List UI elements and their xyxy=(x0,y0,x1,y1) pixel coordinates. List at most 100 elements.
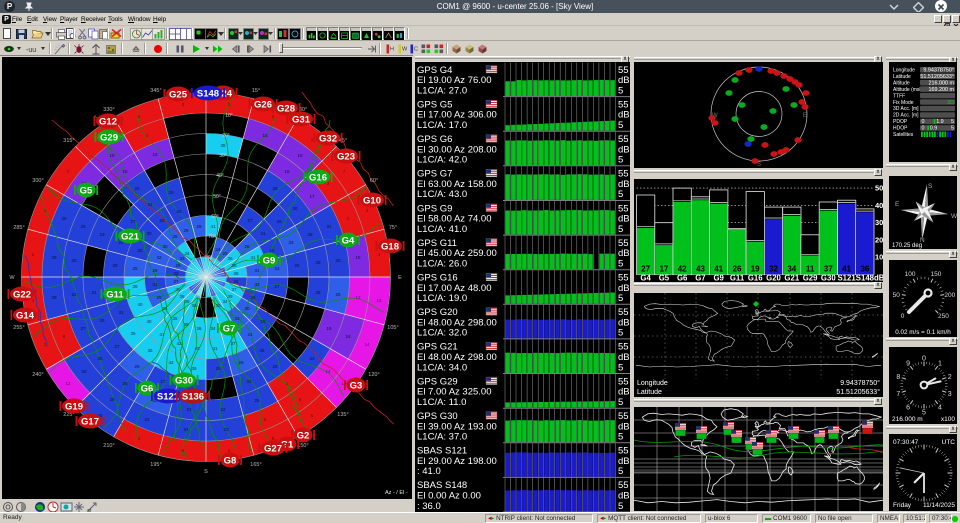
svg-text:34: 34 xyxy=(162,306,168,311)
svg-text:5: 5 xyxy=(618,432,623,443)
svg-text:23: 23 xyxy=(223,427,229,432)
svg-text:25: 25 xyxy=(269,248,275,253)
svg-text:50: 50 xyxy=(893,292,901,299)
svg-text:Altitude (msl): Altitude (msl) xyxy=(893,87,923,93)
svg-text:35: 35 xyxy=(220,143,226,148)
svg-text:S: S xyxy=(204,469,208,475)
svg-text:26: 26 xyxy=(99,318,105,323)
svg-text:24: 24 xyxy=(274,266,280,271)
svg-text:G11: G11 xyxy=(106,290,124,301)
svg-text:G14: G14 xyxy=(16,311,35,322)
svg-text:S148: S148 xyxy=(197,89,219,100)
svg-text:TTFF: TTFF xyxy=(893,93,905,99)
svg-text:70°: 70° xyxy=(208,234,216,240)
svg-text:345°: 345° xyxy=(150,88,161,94)
svg-text:28: 28 xyxy=(159,218,165,223)
svg-text:36: 36 xyxy=(227,256,233,261)
svg-text:2: 2 xyxy=(948,374,952,381)
svg-text:36: 36 xyxy=(191,303,197,308)
svg-text:24: 24 xyxy=(144,417,150,422)
svg-text:37: 37 xyxy=(231,287,237,292)
svg-text:28: 28 xyxy=(112,263,118,268)
svg-text:1.9: 1.9 xyxy=(936,119,944,125)
svg-text:315°: 315° xyxy=(63,138,74,144)
svg-text:G19: G19 xyxy=(65,402,83,413)
svg-text:Longitude: Longitude xyxy=(637,380,668,387)
svg-text:UTC: UTC xyxy=(942,439,956,446)
svg-text:10°: 10° xyxy=(225,113,233,119)
svg-text:216.000 m: 216.000 m xyxy=(929,80,955,86)
svg-text:12: 12 xyxy=(355,295,361,300)
svg-text:G7: G7 xyxy=(695,274,705,283)
svg-text:L1C/A: 11.0: L1C/A: 11.0 xyxy=(417,397,466,408)
svg-text:G6: G6 xyxy=(677,274,688,283)
svg-text:26: 26 xyxy=(152,268,158,273)
svg-text:28: 28 xyxy=(276,219,282,224)
svg-text:G21: G21 xyxy=(121,232,140,243)
svg-text:G23: G23 xyxy=(337,152,355,163)
svg-text:Friday: Friday xyxy=(893,502,912,509)
svg-text:: 41.0: : 41.0 xyxy=(417,466,441,477)
svg-text:135°: 135° xyxy=(337,412,348,418)
svg-text:29: 29 xyxy=(134,186,140,191)
svg-text:11/14/2025: 11/14/2025 xyxy=(923,502,955,509)
svg-text:18: 18 xyxy=(297,153,303,158)
svg-text:39: 39 xyxy=(132,284,138,289)
svg-text:26: 26 xyxy=(233,279,239,284)
svg-text:60°: 60° xyxy=(370,178,378,184)
svg-text:5: 5 xyxy=(618,155,623,166)
svg-text:C: C xyxy=(414,47,418,53)
svg-text:45°: 45° xyxy=(339,138,347,144)
svg-text:G29: G29 xyxy=(100,133,118,144)
svg-text:120°: 120° xyxy=(368,372,379,378)
svg-text:H: H xyxy=(390,47,394,53)
svg-text:26: 26 xyxy=(122,381,128,386)
svg-text:34: 34 xyxy=(787,265,796,274)
svg-text:200: 200 xyxy=(944,292,955,299)
svg-text:40: 40 xyxy=(875,201,883,210)
svg-text:38: 38 xyxy=(215,303,221,308)
svg-text:1: 1 xyxy=(938,361,942,368)
svg-text:38: 38 xyxy=(233,271,239,276)
svg-text:27: 27 xyxy=(641,265,650,274)
svg-text:36: 36 xyxy=(860,265,869,274)
svg-text:40: 40 xyxy=(146,319,152,324)
svg-text:5: 5 xyxy=(618,397,623,408)
svg-text:34: 34 xyxy=(222,299,228,304)
svg-text:26: 26 xyxy=(733,265,742,274)
svg-text:3D: 3D xyxy=(947,100,954,106)
svg-text:Az - / El -: Az - / El - xyxy=(385,490,408,496)
svg-text:41: 41 xyxy=(250,255,256,260)
svg-text:31: 31 xyxy=(91,290,97,295)
svg-text:HDOP: HDOP xyxy=(893,126,908,132)
svg-text:25: 25 xyxy=(137,248,143,253)
svg-text:36: 36 xyxy=(231,263,237,268)
svg-text:170.25 deg: 170.25 deg xyxy=(892,243,922,249)
svg-text:G17: G17 xyxy=(81,417,99,428)
svg-text:5: 5 xyxy=(618,293,623,304)
svg-text:11: 11 xyxy=(806,265,815,274)
svg-text:18: 18 xyxy=(345,334,351,339)
svg-text:27: 27 xyxy=(274,284,280,289)
svg-text:Satellites: Satellites xyxy=(893,132,914,138)
svg-text:2D Acc. [m]: 2D Acc. [m] xyxy=(893,113,919,119)
svg-text:0: 0 xyxy=(922,119,925,125)
svg-text:19: 19 xyxy=(751,265,760,274)
svg-text:28: 28 xyxy=(81,369,87,374)
svg-text:E: E xyxy=(895,201,900,208)
svg-text:4: 4 xyxy=(938,404,942,411)
svg-text:14: 14 xyxy=(325,369,331,374)
svg-text:L1C/A: 42.0: L1C/A: 42.0 xyxy=(417,155,467,166)
svg-text:dB: dB xyxy=(874,274,883,283)
svg-text:G11: G11 xyxy=(730,274,745,283)
svg-text:169.200 m: 169.200 m xyxy=(929,87,955,93)
svg-text:60°: 60° xyxy=(211,214,219,220)
svg-text:330°: 330° xyxy=(103,107,114,113)
svg-text:L1C/A: 27.0: L1C/A: 27.0 xyxy=(417,85,467,96)
svg-text:19: 19 xyxy=(152,152,158,157)
svg-text:26: 26 xyxy=(71,258,77,263)
svg-text:165°: 165° xyxy=(250,462,261,468)
svg-text:L1C/A: 17.0: L1C/A: 17.0 xyxy=(417,120,467,131)
svg-text:40: 40 xyxy=(194,346,200,351)
svg-text:17: 17 xyxy=(309,194,315,199)
